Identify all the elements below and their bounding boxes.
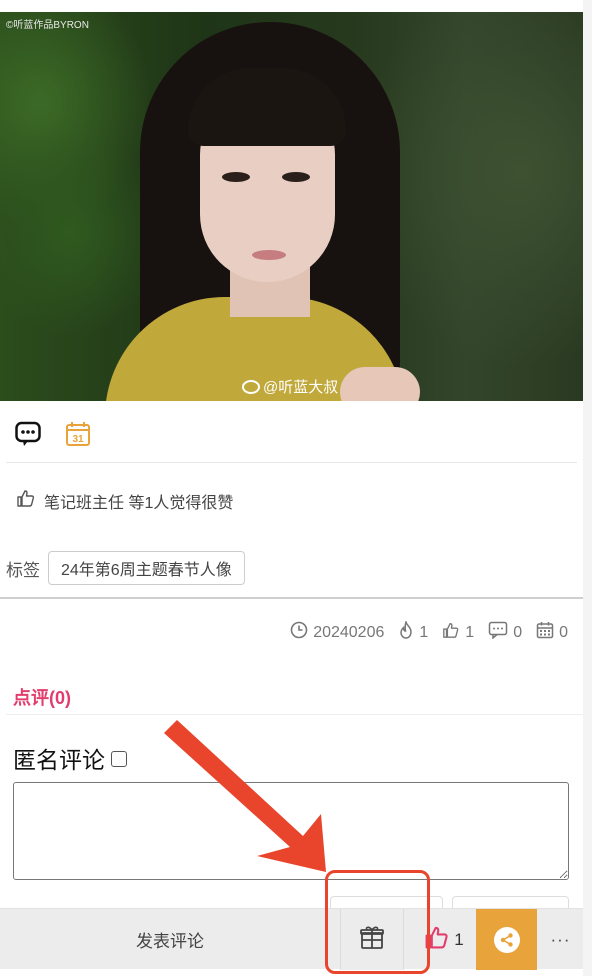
likes-text[interactable]: 笔记班主任 等1人觉得很赞 bbox=[44, 489, 233, 513]
likes-summary: 笔记班主任 等1人觉得很赞 bbox=[16, 488, 233, 513]
stat-calendar-value: 0 bbox=[559, 623, 568, 641]
thumb-up-icon bbox=[424, 924, 450, 955]
stat-likes: 1 bbox=[442, 621, 474, 644]
stat-comments: 0 bbox=[488, 621, 522, 644]
more-button[interactable]: ··· bbox=[538, 909, 583, 970]
post-stats: 20240206 1 1 0 0 bbox=[284, 619, 568, 644]
flame-icon bbox=[398, 619, 414, 644]
stat-views-value: 1 bbox=[419, 623, 429, 641]
watermark-text: @听蓝大叔 bbox=[263, 379, 339, 396]
review-title: 点评(0) bbox=[13, 688, 71, 708]
anonymous-label: 匿名评论 bbox=[13, 747, 105, 773]
gift-button[interactable] bbox=[340, 909, 404, 970]
share-button[interactable] bbox=[476, 909, 537, 970]
scrollbar-track[interactable] bbox=[583, 0, 592, 976]
share-icon bbox=[493, 926, 520, 953]
calendar-icon bbox=[536, 621, 554, 644]
photo-eye-right bbox=[282, 172, 310, 182]
clock-icon bbox=[290, 621, 308, 644]
stat-likes-value: 1 bbox=[465, 623, 475, 641]
stat-date: 20240206 bbox=[290, 621, 384, 644]
weibo-icon bbox=[242, 379, 260, 394]
photo-watermark: @听蓝大叔 bbox=[242, 376, 338, 397]
comment-icon bbox=[488, 621, 508, 644]
calendar-31-icon[interactable]: 31 bbox=[64, 420, 92, 453]
photo-copyright: ©听蓝作品BYRON bbox=[6, 20, 89, 31]
stat-calendar: 0 bbox=[536, 621, 568, 644]
bottom-action-bar: 发表评论 1 ··· bbox=[0, 908, 583, 970]
thumb-up-icon bbox=[442, 621, 460, 644]
anonymous-comment: 匿名评论 bbox=[13, 741, 127, 775]
tag-chip[interactable]: 24年第6周主题春节人像 bbox=[48, 551, 245, 585]
photo-eye-left bbox=[222, 172, 250, 182]
calendar-day-text: 31 bbox=[72, 434, 84, 445]
top-strip bbox=[0, 0, 592, 12]
photo-lips bbox=[252, 250, 286, 260]
thumb-up-icon bbox=[16, 488, 36, 513]
comment-textarea[interactable] bbox=[13, 782, 569, 880]
anonymous-checkbox[interactable] bbox=[111, 751, 127, 767]
stat-date-value: 20240206 bbox=[313, 623, 385, 641]
divider bbox=[6, 462, 577, 463]
gift-icon bbox=[358, 923, 386, 956]
post-icon-row: 31 bbox=[14, 420, 92, 453]
chat-bubble-icon[interactable] bbox=[14, 420, 42, 453]
post-comment-button[interactable]: 发表评论 bbox=[0, 909, 340, 970]
stat-comments-value: 0 bbox=[513, 623, 523, 641]
like-count: 1 bbox=[454, 929, 464, 949]
tags-row: 标签 24年第6周主题春节人像 bbox=[6, 551, 245, 585]
divider bbox=[6, 714, 583, 715]
post-photo[interactable]: ©听蓝作品BYRON @听蓝大叔 bbox=[0, 12, 583, 401]
stat-views: 1 bbox=[398, 619, 429, 644]
tags-label: 标签 bbox=[6, 560, 40, 580]
photo-hand bbox=[340, 367, 420, 401]
section-divider bbox=[0, 597, 583, 599]
like-button[interactable]: 1 bbox=[414, 909, 474, 970]
